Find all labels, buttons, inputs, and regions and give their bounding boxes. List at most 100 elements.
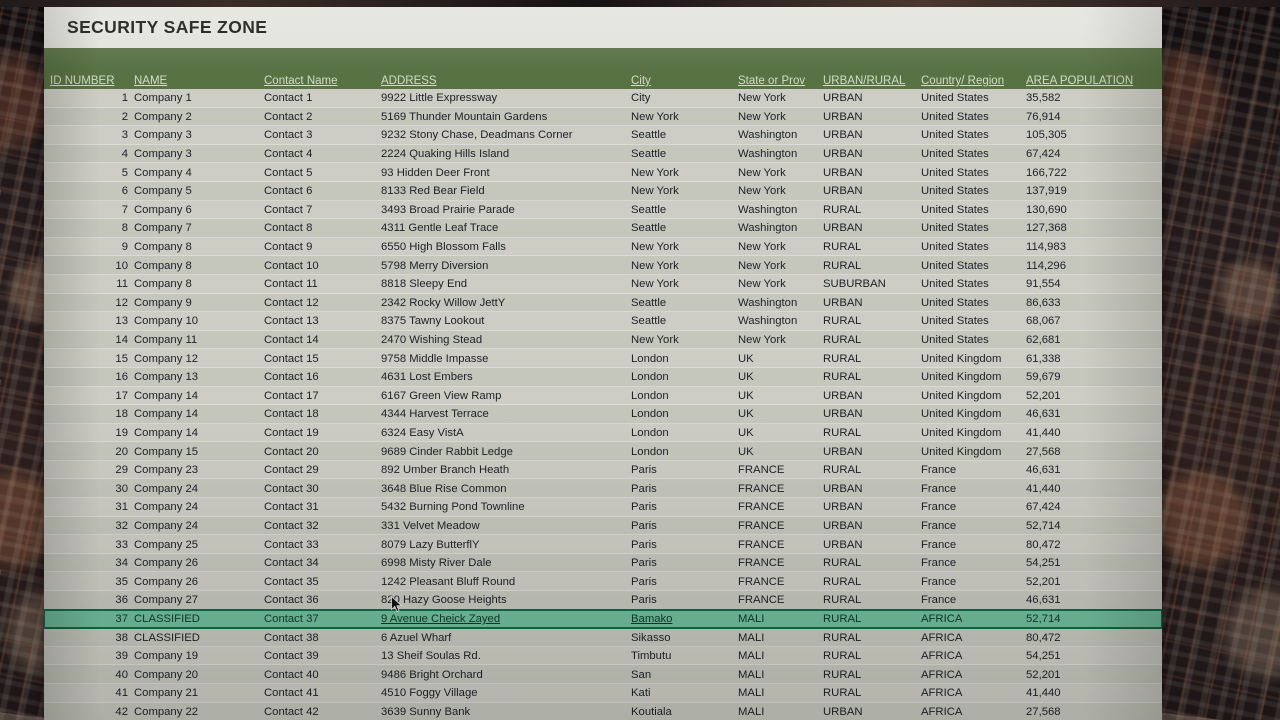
cell-city[interactable]: Bamako — [629, 613, 736, 625]
cell-urbanrural[interactable]: RURAL — [821, 464, 919, 476]
cell-state[interactable]: UK — [736, 427, 821, 439]
table-row[interactable]: 39 Company 19 Contact 39 13 Sheif Soulas Rd… — [44, 646, 1162, 666]
cell-state[interactable]: FRANCE — [736, 520, 821, 532]
cell-address[interactable]: 4510 Foggy Village — [379, 687, 629, 699]
cell-city[interactable]: Seattle — [629, 148, 736, 160]
cell-contact[interactable]: Contact 10 — [262, 260, 379, 272]
cell-name[interactable]: Company 2 — [132, 111, 262, 123]
cell-country[interactable]: United States — [919, 129, 1024, 141]
cell-state[interactable]: UK — [736, 390, 821, 402]
cell-address[interactable]: 13 Sheif Soulas Rd. — [379, 650, 629, 662]
column-header-country[interactable]: Country/ Region — [919, 75, 1024, 87]
cell-contact[interactable]: Contact 39 — [262, 650, 379, 662]
cell-state[interactable]: FRANCE — [736, 576, 821, 588]
cell-id[interactable]: 12 — [44, 297, 132, 309]
cell-country[interactable]: France — [919, 594, 1024, 606]
cell-state[interactable]: FRANCE — [736, 501, 821, 513]
cell-id[interactable]: 40 — [44, 669, 132, 681]
cell-urbanrural[interactable]: URBAN — [821, 185, 919, 197]
cell-city[interactable]: London — [629, 446, 736, 458]
cell-population[interactable]: 114,296 — [1024, 260, 1144, 272]
cell-urbanrural[interactable]: URBAN — [821, 483, 919, 495]
cell-country[interactable]: France — [919, 539, 1024, 551]
cell-contact[interactable]: Contact 40 — [262, 669, 379, 681]
cell-name[interactable]: Company 1 — [132, 92, 262, 104]
table-row[interactable]: 16 Company 13 Contact 16 4631 Lost Embers Lo… — [44, 367, 1162, 387]
cell-id[interactable]: 17 — [44, 390, 132, 402]
cell-state[interactable]: Washington — [736, 222, 821, 234]
cell-name[interactable]: Company 23 — [132, 464, 262, 476]
cell-city[interactable]: Paris — [629, 557, 736, 569]
cell-urbanrural[interactable]: RURAL — [821, 353, 919, 365]
cell-state[interactable]: New York — [736, 260, 821, 272]
cell-name[interactable]: Company 12 — [132, 353, 262, 365]
cell-state[interactable]: New York — [736, 167, 821, 179]
cell-name[interactable]: Company 27 — [132, 594, 262, 606]
cell-state[interactable]: FRANCE — [736, 539, 821, 551]
cell-name[interactable]: Company 21 — [132, 687, 262, 699]
cell-city[interactable]: London — [629, 427, 736, 439]
cell-state[interactable]: FRANCE — [736, 557, 821, 569]
cell-city[interactable]: City — [629, 92, 736, 104]
cell-contact[interactable]: Contact 8 — [262, 222, 379, 234]
cell-id[interactable]: 42 — [44, 706, 132, 718]
table-row[interactable]: 14 Company 11 Contact 14 2470 Wishing Stead… — [44, 330, 1162, 350]
cell-population[interactable]: 80,472 — [1024, 632, 1144, 644]
cell-urbanrural[interactable]: URBAN — [821, 222, 919, 234]
cell-population[interactable]: 46,631 — [1024, 464, 1144, 476]
table-row[interactable]: 11 Company 8 Contact 11 8818 Sleepy End New … — [44, 274, 1162, 294]
table-row[interactable]: 42 Company 22 Contact 42 3639 Sunny Bank Kou… — [44, 702, 1162, 720]
cell-city[interactable]: Paris — [629, 594, 736, 606]
cell-city[interactable]: Koutiala — [629, 706, 736, 718]
cell-address[interactable]: 2342 Rocky Willow JettY — [379, 297, 629, 309]
cell-state[interactable]: FRANCE — [736, 464, 821, 476]
cell-population[interactable]: 59,679 — [1024, 371, 1144, 383]
table-row[interactable]: 2 Company 2 Contact 2 5169 Thunder Mountain… — [44, 107, 1162, 127]
table-row[interactable]: 36 Company 27 Contact 36 820 Hazy Goose Hei… — [44, 591, 1162, 610]
cell-address[interactable]: 3648 Blue Rise Common — [379, 483, 629, 495]
cell-urbanrural[interactable]: URBAN — [821, 501, 919, 513]
cell-country[interactable]: United States — [919, 111, 1024, 123]
cell-id[interactable]: 16 — [44, 371, 132, 383]
cell-id[interactable]: 7 — [44, 204, 132, 216]
cell-urbanrural[interactable]: RURAL — [821, 371, 919, 383]
cell-city[interactable]: London — [629, 371, 736, 383]
cell-population[interactable]: 137,919 — [1024, 185, 1144, 197]
cell-country[interactable]: United States — [919, 334, 1024, 346]
cell-country[interactable]: United Kingdom — [919, 427, 1024, 439]
cell-address[interactable]: 5169 Thunder Mountain Gardens — [379, 111, 629, 123]
cell-id[interactable]: 39 — [44, 650, 132, 662]
cell-id[interactable]: 38 — [44, 632, 132, 644]
cell-contact[interactable]: Contact 38 — [262, 632, 379, 644]
cell-city[interactable]: Paris — [629, 483, 736, 495]
cell-address[interactable]: 9486 Bright Orchard — [379, 669, 629, 681]
cell-state[interactable]: MALI — [736, 632, 821, 644]
cell-population[interactable]: 52,714 — [1024, 520, 1144, 532]
cell-urbanrural[interactable]: RURAL — [821, 650, 919, 662]
cell-contact[interactable]: Contact 41 — [262, 687, 379, 699]
cell-name[interactable]: Company 24 — [132, 501, 262, 513]
cell-id[interactable]: 31 — [44, 501, 132, 513]
cell-country[interactable]: France — [919, 576, 1024, 588]
cell-urbanrural[interactable]: RURAL — [821, 669, 919, 681]
cell-population[interactable]: 41,440 — [1024, 427, 1144, 439]
cell-address[interactable]: 4311 Gentle Leaf Trace — [379, 222, 629, 234]
cell-urbanrural[interactable]: URBAN — [821, 706, 919, 718]
cell-population[interactable]: 130,690 — [1024, 204, 1144, 216]
cell-address[interactable]: 9689 Cinder Rabbit Ledge — [379, 446, 629, 458]
cell-state[interactable]: Washington — [736, 204, 821, 216]
cell-urbanrural[interactable]: URBAN — [821, 167, 919, 179]
cell-contact[interactable]: Contact 29 — [262, 464, 379, 476]
cell-population[interactable]: 62,681 — [1024, 334, 1144, 346]
cell-city[interactable]: London — [629, 390, 736, 402]
cell-population[interactable]: 46,631 — [1024, 594, 1144, 606]
cell-id[interactable]: 3 — [44, 129, 132, 141]
cell-address[interactable]: 4344 Harvest Terrace — [379, 408, 629, 420]
cell-name[interactable]: Company 14 — [132, 390, 262, 402]
cell-city[interactable]: New York — [629, 185, 736, 197]
cell-id[interactable]: 33 — [44, 539, 132, 551]
cell-address[interactable]: 5798 Merry Diversion — [379, 260, 629, 272]
cell-state[interactable]: New York — [736, 334, 821, 346]
cell-name[interactable]: Company 24 — [132, 483, 262, 495]
cell-id[interactable]: 13 — [44, 315, 132, 327]
